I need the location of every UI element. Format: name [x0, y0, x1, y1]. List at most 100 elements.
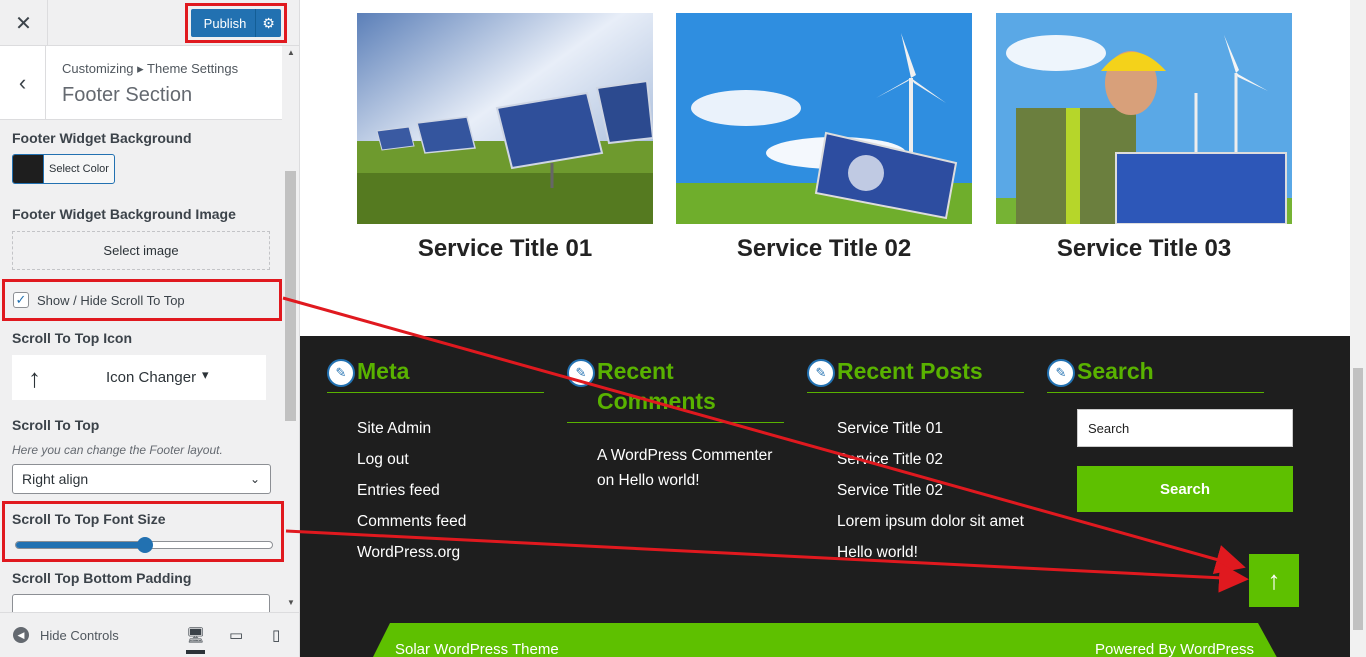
publish-button[interactable]: Publish ⚙ — [191, 9, 281, 37]
scroll-down-icon[interactable]: ▼ — [287, 598, 295, 607]
chevron-left-icon: ‹ — [18, 70, 27, 95]
recent-comment-text[interactable]: A WordPress Commenter on Hello world! — [567, 443, 784, 493]
list-item[interactable]: Entries feed — [357, 475, 544, 506]
align-value: Right align — [22, 471, 89, 487]
panel-scroll-thumb[interactable] — [285, 171, 296, 421]
widget-recent-posts: ✎ Recent Posts Service Title 01 Service … — [807, 356, 1024, 568]
site-preview: Service Title 01 Service Title 02 Servic… — [300, 0, 1366, 657]
icon-changer-label: Icon Changer — [106, 369, 197, 386]
widget-title: ✎ Recent Comments — [567, 356, 784, 423]
select-color-button[interactable]: Select Color — [12, 154, 115, 184]
bg-color-label: Footer Widget Background — [12, 130, 192, 146]
list-item[interactable]: WordPress.org — [357, 537, 544, 568]
padding-label: Scroll Top Bottom Padding — [12, 570, 192, 586]
edit-pencil-icon[interactable]: ✎ — [807, 359, 835, 387]
font-size-label: Scroll To Top Font Size — [12, 511, 166, 527]
hide-controls-button[interactable]: ◀ Hide Controls — [13, 627, 119, 643]
section-title: Footer Section — [62, 84, 193, 106]
scroll-up-icon[interactable]: ▲ — [287, 48, 295, 57]
checkbox[interactable]: ✓ — [13, 292, 29, 308]
service-card[interactable]: Service Title 03 — [996, 13, 1292, 263]
service-image-engineer — [996, 13, 1292, 224]
list-item[interactable]: Log out — [357, 444, 544, 475]
edit-pencil-icon[interactable]: ✎ — [1047, 359, 1075, 387]
bg-image-label: Footer Widget Background Image — [12, 206, 236, 222]
align-select[interactable]: Right align ⌄ — [12, 464, 271, 494]
mobile-icon[interactable]: ▯ — [272, 626, 280, 644]
font-size-control: Scroll To Top Font Size — [2, 501, 284, 562]
widget-meta: ✎ Meta Site Admin Log out Entries feed C… — [327, 356, 544, 568]
list-item[interactable]: Service Title 02 — [837, 444, 1024, 475]
preview-scrollbar[interactable] — [1350, 0, 1366, 657]
recent-posts-title: Recent Posts — [837, 358, 983, 384]
list-item[interactable]: Comments feed — [357, 506, 544, 537]
customizer-footer: ◀ Hide Controls 🖥 ▭ ▯ — [0, 612, 299, 657]
service-card[interactable]: Service Title 01 — [357, 13, 653, 263]
service-image-solar-panels — [357, 13, 653, 224]
list-item[interactable]: Site Admin — [357, 413, 544, 444]
service-image-wind-turbine — [676, 13, 972, 224]
chevron-down-icon: ▾ — [202, 367, 209, 382]
arrow-up-icon: ↑ — [28, 363, 41, 393]
copyright-bar: Solar WordPress Theme Powered By WordPre… — [370, 623, 1280, 657]
list-item[interactable]: Hello world! — [837, 537, 1024, 568]
select-image-button[interactable]: Select image — [12, 231, 270, 270]
publish-label: Publish — [203, 15, 247, 31]
meta-title: Meta — [357, 358, 410, 384]
widget-recent-comments: ✎ Recent Comments A WordPress Commenter … — [567, 356, 784, 493]
collapse-icon: ◀ — [13, 627, 29, 643]
scroll-to-top-label: Scroll To Top — [12, 417, 100, 433]
search-input[interactable]: Search — [1077, 409, 1293, 447]
panel-scrollbar[interactable]: ▲ ▼ — [284, 46, 298, 612]
copyright-right[interactable]: Powered By WordPress — [1095, 641, 1254, 657]
close-button[interactable]: ✕ — [0, 0, 48, 46]
back-button[interactable]: ‹ — [0, 46, 46, 120]
copyright-left[interactable]: Solar WordPress Theme — [395, 641, 559, 657]
select-color-label: Select Color — [43, 155, 114, 183]
widget-search: ✎ Search Search Search — [1047, 356, 1293, 512]
gear-icon[interactable]: ⚙ — [255, 9, 281, 37]
edit-pencil-icon[interactable]: ✎ — [567, 359, 595, 387]
close-icon: ✕ — [15, 12, 32, 35]
chevron-down-icon: ⌄ — [249, 472, 260, 486]
search-button[interactable]: Search — [1077, 466, 1293, 512]
desktop-icon[interactable]: 🖥 — [186, 626, 206, 654]
list-item[interactable]: Service Title 02 — [837, 475, 1024, 506]
tablet-icon[interactable]: ▭ — [229, 626, 243, 644]
service-title[interactable]: Service Title 01 — [357, 235, 653, 263]
slider-fill — [16, 542, 145, 548]
scroll-description: Here you can change the Footer layout. — [12, 443, 223, 457]
widget-title: ✎ Recent Posts — [807, 356, 1024, 393]
publish-highlight: Publish ⚙ — [185, 3, 287, 43]
customizer-topbar: ✕ Publish ⚙ — [0, 0, 299, 46]
list-item[interactable]: Lorem ipsum dolor sit amet — [837, 506, 1024, 537]
icon-changer-select[interactable]: ↑ Icon Changer ▾ — [12, 355, 266, 400]
breadcrumb: Customizing ▸ Theme Settings — [62, 61, 239, 76]
service-title[interactable]: Service Title 02 — [676, 235, 972, 263]
preview-scroll-thumb[interactable] — [1353, 368, 1363, 630]
recent-comments-title: Recent Comments — [597, 358, 716, 414]
section-header: ‹ Customizing ▸ Theme Settings Footer Se… — [0, 46, 282, 120]
edit-pencil-icon[interactable]: ✎ — [327, 359, 355, 387]
widget-title: ✎ Meta — [327, 356, 544, 393]
service-card[interactable]: Service Title 02 — [676, 13, 972, 263]
scroll-to-top-button[interactable]: ↑ — [1249, 554, 1299, 607]
customizer-panel: ✕ Publish ⚙ ‹ Customizing ▸ Theme Settin… — [0, 0, 300, 657]
meta-list: Site Admin Log out Entries feed Comments… — [327, 413, 544, 568]
arrow-up-icon: ↑ — [1267, 565, 1281, 595]
site-footer: ✎ Meta Site Admin Log out Entries feed C… — [300, 336, 1350, 657]
search-title: Search — [1077, 358, 1154, 384]
font-size-slider[interactable] — [15, 537, 273, 553]
scroll-to-top-toggle[interactable]: ✓ Show / Hide Scroll To Top — [2, 279, 282, 321]
list-item[interactable]: Service Title 01 — [837, 413, 1024, 444]
scroll-icon-label: Scroll To Top Icon — [12, 330, 133, 346]
slider-handle[interactable] — [137, 537, 153, 553]
checkmark-icon: ✓ — [15, 292, 27, 307]
widget-title: ✎ Search — [1047, 356, 1264, 393]
controls-list: Footer Widget Background Select Color Fo… — [0, 120, 284, 624]
service-title[interactable]: Service Title 03 — [996, 235, 1292, 263]
hide-controls-label: Hide Controls — [40, 627, 119, 643]
scroll-toggle-label: Show / Hide Scroll To Top — [37, 292, 185, 308]
recent-posts-list: Service Title 01 Service Title 02 Servic… — [807, 413, 1024, 568]
color-swatch — [13, 155, 43, 183]
